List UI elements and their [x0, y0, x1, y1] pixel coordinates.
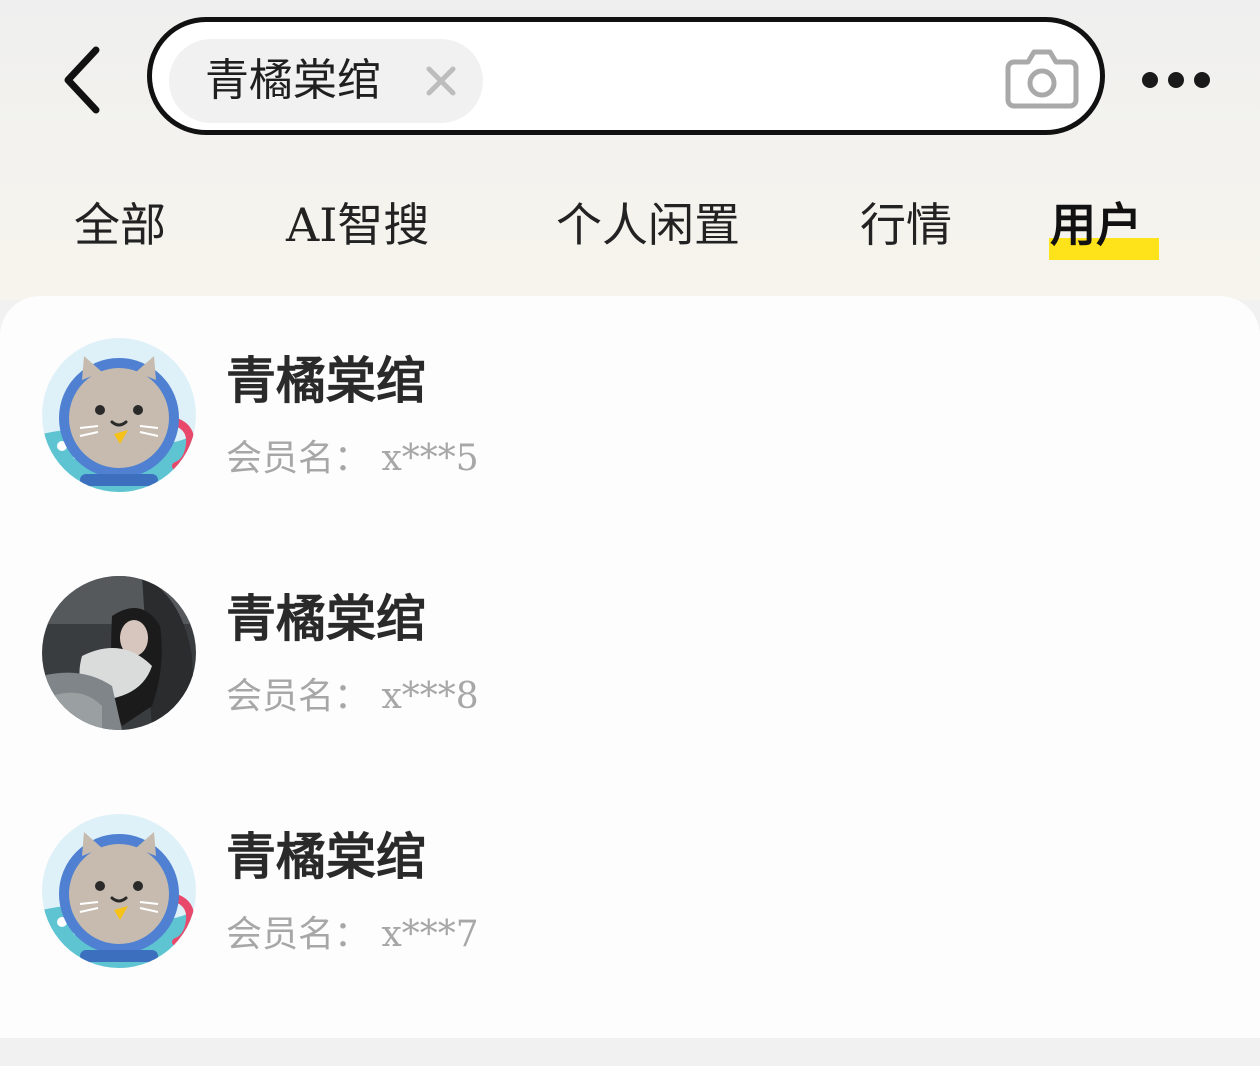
member-label: 会员名： [226, 914, 371, 955]
member-id: x***7 [381, 914, 479, 955]
close-icon[interactable] [421, 61, 461, 101]
user-list-item[interactable]: 青橘棠绾 会员名： x***8 [0, 534, 1260, 734]
tab-label: 用户 [1050, 198, 1142, 252]
user-list-item[interactable]: 青橘棠绾 会员名： x***7 [0, 772, 1260, 972]
tab-label: AI智搜 [286, 198, 430, 252]
tab-label: 行情 [860, 198, 952, 252]
search-query-chip[interactable]: 青橘棠绾 [169, 39, 483, 123]
user-list-item[interactable]: 青橘棠绾 会员名： x***5 [0, 296, 1260, 496]
search-query-text: 青橘棠绾 [205, 55, 381, 106]
member-label: 会员名： [226, 438, 371, 479]
user-name: 青橘棠绾 [226, 590, 426, 648]
top-bar: 青橘棠绾 全部 AI智搜 个人闲置 行情 用户 [0, 0, 1260, 300]
cartoon-seal-avatar [42, 814, 196, 968]
tab-label: 个人闲置 [556, 198, 740, 252]
member-name-row: 会员名： x***7 [226, 910, 479, 960]
user-name: 青橘棠绾 [226, 352, 426, 410]
tab-users[interactable]: 用户 [1050, 194, 1142, 260]
tab-all[interactable]: 全部 [74, 194, 166, 260]
user-results-list: 青橘棠绾 会员名： x***5 青橘棠绾 会员名： x***8 青橘棠绾 会员名… [0, 296, 1260, 1038]
member-id: x***8 [381, 676, 479, 717]
cartoon-seal-avatar [42, 338, 196, 492]
camera-icon[interactable] [1004, 46, 1080, 110]
member-name-row: 会员名： x***5 [226, 434, 479, 484]
back-arrow-icon[interactable] [48, 40, 118, 120]
tab-market[interactable]: 行情 [860, 194, 952, 260]
tab-ai-search[interactable]: AI智搜 [286, 194, 429, 260]
member-id: x***5 [381, 438, 479, 479]
member-label: 会员名： [226, 676, 371, 717]
tab-label: 全部 [74, 198, 166, 252]
photo-avatar [42, 576, 196, 730]
user-name: 青橘棠绾 [226, 828, 426, 886]
member-name-row: 会员名： x***8 [226, 672, 479, 722]
more-dots-icon[interactable] [1136, 60, 1216, 100]
tab-personal-idle[interactable]: 个人闲置 [556, 194, 740, 260]
search-bar[interactable]: 青橘棠绾 [147, 17, 1105, 135]
